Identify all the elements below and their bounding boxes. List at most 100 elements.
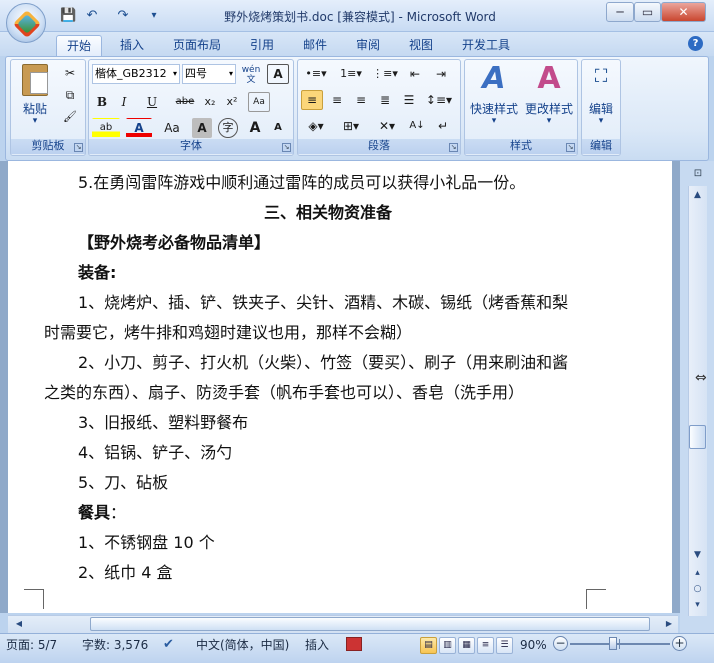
format-painter-icon[interactable]: 🖌 bbox=[60, 107, 80, 127]
macro-record-icon[interactable] bbox=[346, 637, 362, 651]
print-layout-icon[interactable]: ▤ bbox=[420, 637, 437, 654]
tab-page-layout[interactable]: 页面布局 bbox=[163, 35, 231, 56]
edit-button[interactable]: ⛶ 编辑 ▾ bbox=[583, 62, 619, 134]
help-icon[interactable]: ? bbox=[688, 36, 703, 51]
undo-icon[interactable]: ↶ bbox=[84, 8, 100, 24]
language-indicator[interactable]: 中文(简体，中国) bbox=[196, 637, 289, 653]
copy-icon[interactable]: ⧉ bbox=[60, 85, 80, 105]
vertical-scroll-thumb[interactable] bbox=[689, 425, 706, 449]
doc-line: 2、小刀、剪子、打火机（火柴）、竹签（要买）、刷子（用来刷油和酱 bbox=[78, 353, 569, 372]
doc-line: 1、不锈钢盘 10 个 bbox=[78, 533, 215, 552]
close-button[interactable]: ✕ bbox=[661, 2, 706, 22]
insert-mode[interactable]: 插入 bbox=[305, 637, 329, 653]
save-icon[interactable]: 💾 bbox=[60, 8, 76, 24]
italic-button[interactable]: I bbox=[114, 92, 134, 112]
underline-button[interactable]: U bbox=[138, 92, 166, 112]
clear-formatting-button[interactable]: Aa bbox=[248, 92, 270, 112]
borders-icon[interactable]: ⊞▾ bbox=[336, 116, 366, 136]
outline-icon[interactable]: ≡ bbox=[477, 637, 494, 654]
justify-icon[interactable]: ≣ bbox=[374, 90, 396, 110]
increase-indent-icon[interactable]: ⇥ bbox=[430, 64, 452, 84]
clipboard-launcher-icon[interactable]: ↘ bbox=[74, 143, 83, 152]
customize-qat-icon[interactable]: ▾ bbox=[146, 8, 162, 24]
previous-page-icon[interactable]: ▴ bbox=[689, 566, 706, 580]
paragraph-group-label: 段落 bbox=[298, 139, 460, 154]
maximize-button[interactable]: ▭ bbox=[634, 2, 661, 22]
scroll-left-icon[interactable]: ◀ bbox=[12, 617, 26, 631]
zoom-out-button[interactable]: − bbox=[553, 636, 568, 651]
cut-icon[interactable]: ✂ bbox=[60, 63, 80, 83]
zoom-level[interactable]: 90% bbox=[520, 637, 547, 653]
scroll-up-icon[interactable]: ▲ bbox=[689, 188, 706, 202]
subheading-tableware-label: 餐具 bbox=[78, 503, 111, 522]
tab-home[interactable]: 开始 bbox=[56, 35, 103, 56]
font-launcher-icon[interactable]: ↘ bbox=[282, 143, 291, 152]
page-indicator[interactable]: 页面: 5/7 bbox=[6, 637, 57, 653]
strikethrough-button[interactable]: abe bbox=[172, 92, 198, 112]
doc-line: 5.在勇闯雷阵游戏中顺利通过雷阵的成员可以获得小礼品一份。 bbox=[78, 173, 526, 192]
tab-mailings[interactable]: 邮件 bbox=[293, 35, 337, 56]
web-layout-icon[interactable]: ▦ bbox=[458, 637, 475, 654]
shading-icon[interactable]: ◈▾ bbox=[301, 116, 331, 136]
line-spacing-icon[interactable]: ↕≡▾ bbox=[424, 90, 454, 110]
draft-icon[interactable]: ☰ bbox=[496, 637, 513, 654]
subscript-button[interactable]: x₂ bbox=[200, 92, 220, 112]
character-border-button[interactable]: A bbox=[267, 64, 289, 84]
change-styles-button[interactable]: A 更改样式 ▾ bbox=[522, 62, 576, 134]
character-shading-button[interactable]: A bbox=[192, 118, 212, 138]
tab-review[interactable]: 审阅 bbox=[346, 35, 390, 56]
select-browse-object-icon[interactable]: ○ bbox=[689, 582, 706, 596]
font-color-button[interactable]: A bbox=[126, 118, 152, 138]
enclose-characters-button[interactable]: 字 bbox=[218, 118, 238, 138]
redo-icon[interactable]: ↷ bbox=[115, 8, 131, 24]
doc-line: 1、烧烤炉、插、铲、铁夹子、尖针、酒精、木碳、锡纸（烤香蕉和梨 bbox=[78, 293, 569, 312]
sort-icon[interactable]: A↓ bbox=[406, 116, 428, 136]
tab-view[interactable]: 视图 bbox=[399, 35, 443, 56]
align-center-icon[interactable]: ≡ bbox=[326, 90, 348, 110]
multilevel-list-icon[interactable]: ⋮≡▾ bbox=[370, 64, 400, 84]
distributed-icon[interactable]: ☰ bbox=[398, 90, 420, 110]
shrink-font-button[interactable]: A bbox=[268, 118, 288, 138]
align-right-icon[interactable]: ≡ bbox=[350, 90, 372, 110]
change-styles-label: 更改样式 bbox=[524, 102, 573, 116]
page-margin-corner bbox=[24, 589, 44, 609]
section-heading: 三、相关物资准备 bbox=[264, 203, 393, 222]
font-name-combo[interactable]: 楷体_GB2312 ▾ bbox=[92, 64, 180, 84]
horizontal-scroll-thumb[interactable] bbox=[90, 617, 650, 631]
superscript-button[interactable]: x² bbox=[222, 92, 242, 112]
scroll-down-icon[interactable]: ▼ bbox=[689, 548, 706, 562]
minimize-button[interactable]: ─ bbox=[606, 2, 634, 22]
zoom-in-button[interactable]: + bbox=[672, 636, 687, 651]
bullets-icon[interactable]: •≡▾ bbox=[301, 64, 331, 84]
font-size-combo[interactable]: 四号 ▾ bbox=[182, 64, 236, 84]
paste-button[interactable]: 粘贴 ▾ bbox=[14, 62, 56, 134]
paragraph-launcher-icon[interactable]: ↘ bbox=[449, 143, 458, 152]
ruler-toggle-icon[interactable]: ⊡ bbox=[691, 168, 705, 182]
highlight-button[interactable]: ab bbox=[92, 118, 120, 138]
tab-insert[interactable]: 插入 bbox=[110, 35, 154, 56]
chinese-layout-icon[interactable]: ✕▾ bbox=[372, 116, 402, 136]
tab-references[interactable]: 引用 bbox=[240, 35, 284, 56]
document-page[interactable]: 5.在勇闯雷阵游戏中顺利通过雷阵的成员可以获得小礼品一份。 三、相关物资准备 【… bbox=[8, 161, 672, 613]
bold-button[interactable]: B bbox=[92, 92, 112, 112]
zoom-slider-track[interactable] bbox=[570, 643, 670, 645]
show-marks-icon[interactable]: ↵ bbox=[432, 116, 454, 136]
align-left-icon[interactable]: ≡ bbox=[301, 90, 323, 110]
full-screen-reading-icon[interactable]: ▥ bbox=[439, 637, 456, 654]
list-title: 【野外烧考必备物品清单】 bbox=[78, 233, 271, 252]
chevron-down-icon: ▾ bbox=[228, 69, 233, 78]
numbering-icon[interactable]: 1≡▾ bbox=[336, 64, 366, 84]
next-page-icon[interactable]: ▾ bbox=[689, 598, 706, 612]
word-count[interactable]: 字数: 3,576 bbox=[82, 637, 148, 653]
quick-styles-button[interactable]: A 快速样式 ▾ bbox=[467, 62, 521, 134]
decrease-indent-icon[interactable]: ⇤ bbox=[404, 64, 426, 84]
office-button[interactable] bbox=[6, 3, 46, 43]
change-case-button[interactable]: Aa bbox=[158, 118, 186, 138]
styles-launcher-icon[interactable]: ↘ bbox=[566, 143, 575, 152]
zoom-slider-thumb[interactable] bbox=[609, 637, 617, 650]
phonetic-guide-button[interactable]: wén 文 bbox=[239, 64, 263, 85]
proofing-icon[interactable]: ✔ bbox=[163, 637, 174, 653]
scroll-right-icon[interactable]: ▶ bbox=[662, 617, 676, 631]
grow-font-button[interactable]: A bbox=[245, 118, 265, 138]
tab-developer[interactable]: 开发工具 bbox=[452, 35, 520, 56]
